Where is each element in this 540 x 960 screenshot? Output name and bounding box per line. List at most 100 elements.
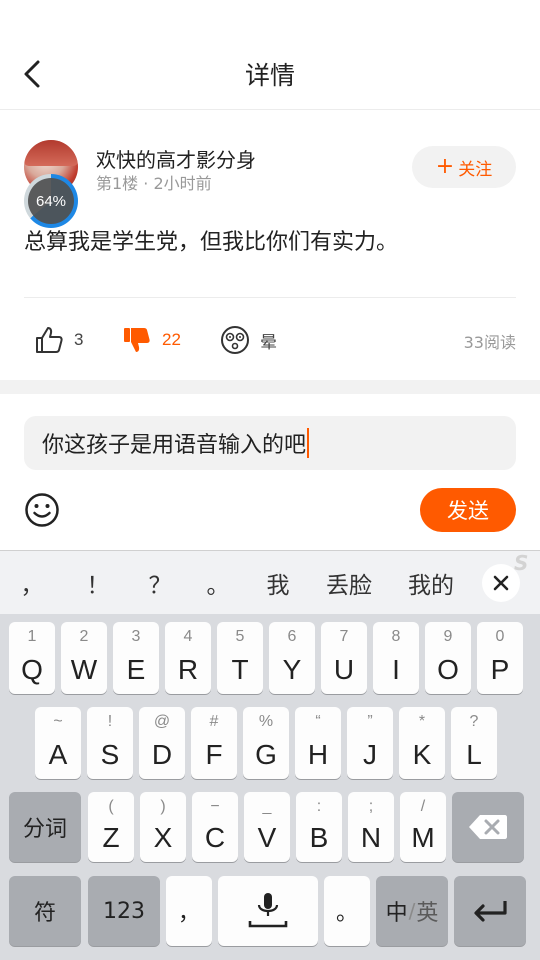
key-hint: !	[107, 713, 113, 730]
key-hint: 3	[131, 628, 141, 645]
backspace-key-glyph	[452, 792, 524, 862]
key-label: G	[255, 739, 277, 770]
voice-input-key[interactable]	[218, 876, 318, 946]
comma-key-label: ，	[177, 901, 200, 926]
microphone-icon	[248, 893, 288, 928]
key-label: Z	[102, 822, 120, 853]
candidate-item[interactable]: ？	[138, 551, 182, 615]
period-key[interactable]: 。	[324, 876, 370, 946]
key-u[interactable]: 7U	[321, 622, 367, 694]
key-hint: 0	[495, 628, 505, 645]
post-time: 2小时前	[153, 174, 212, 193]
ime-logo-icon: S	[514, 551, 529, 575]
enter-key[interactable]	[454, 876, 526, 946]
key-k[interactable]: * K	[399, 707, 445, 779]
key-r[interactable]: 4R	[165, 622, 211, 694]
key-hint: 8	[391, 628, 401, 645]
key-label: E	[126, 654, 146, 685]
key-j[interactable]: ” J	[347, 707, 393, 779]
numbers-key[interactable]: 123	[88, 876, 160, 946]
candidate-item[interactable]: 。	[196, 551, 240, 615]
backspace-key[interactable]	[452, 792, 524, 862]
key-label: D	[151, 739, 173, 770]
reply-input[interactable]: 你这孩子是用语音输入的吧	[24, 416, 516, 470]
post-content: 总算我是学生党，但我比你们有实力。	[24, 230, 399, 255]
plus-icon: +	[435, 154, 455, 179]
key-label: B	[309, 822, 329, 853]
key-t[interactable]: 5T	[217, 622, 263, 694]
key-p[interactable]: 0P	[477, 622, 523, 694]
key-b[interactable]: :B	[296, 792, 342, 862]
key-label: K	[412, 739, 432, 770]
candidate-item[interactable]: ，	[10, 551, 54, 615]
numbers-key-label: 123	[103, 898, 145, 924]
key-n[interactable]: ; N	[348, 792, 394, 862]
candidate-item[interactable]: 丢脸	[318, 551, 380, 615]
key-s[interactable]: ! S	[87, 707, 133, 779]
key-label: J	[363, 739, 377, 770]
key-q[interactable]: 1Q	[9, 622, 55, 694]
lang-en-label: 英	[416, 901, 439, 926]
key-c[interactable]: − C	[192, 792, 238, 862]
key-label: H	[307, 739, 329, 770]
key-hint: /	[420, 798, 426, 815]
key-hint: @	[153, 713, 171, 730]
dizzy-reaction-button[interactable]: 晕	[220, 316, 277, 364]
emoji-button[interactable]	[24, 492, 60, 528]
follow-button[interactable]: + 关注	[412, 146, 516, 188]
segment-key[interactable]: 分词	[9, 792, 81, 862]
key-label: Q	[21, 654, 43, 685]
key-l[interactable]: ? L	[451, 707, 497, 779]
key-label: P	[490, 654, 510, 685]
key-x[interactable]: ) X	[140, 792, 186, 862]
key-z[interactable]: (Z	[88, 792, 134, 862]
page-title: 详情	[244, 61, 295, 90]
language-switch-key[interactable]: 中 / 英	[376, 876, 448, 946]
thumbs-up-icon	[36, 327, 63, 353]
like-button[interactable]: 3	[34, 316, 83, 364]
dislike-count: 22	[162, 330, 181, 349]
key-w[interactable]: 2W	[61, 622, 107, 694]
key-hint: 6	[287, 628, 297, 645]
key-label: R	[177, 654, 199, 685]
key-label: I	[392, 654, 400, 685]
read-count: 33阅读	[463, 333, 516, 352]
divider	[24, 297, 516, 298]
key-i[interactable]: 8I	[373, 622, 419, 694]
dislike-button[interactable]: 22	[122, 316, 181, 364]
key-y[interactable]: 6Y	[269, 622, 315, 694]
candidate-item[interactable]: 我的	[402, 551, 460, 615]
key-hint: )	[160, 798, 166, 815]
key-hint: #	[209, 713, 219, 730]
key-hint: 9	[443, 628, 453, 645]
like-count: 3	[74, 330, 84, 349]
symbols-key-label: 符	[33, 901, 56, 926]
key-label: S	[100, 739, 120, 770]
key-o[interactable]: 9O	[425, 622, 471, 694]
key-h[interactable]: “H	[295, 707, 341, 779]
comma-key[interactable]: ，	[166, 876, 212, 946]
candidate-item[interactable]: 我	[256, 551, 300, 615]
smiley-icon	[25, 493, 59, 527]
key-f[interactable]: # F	[191, 707, 237, 779]
post-actions: 3 22 晕 33阅读	[0, 316, 540, 364]
key-a[interactable]: ~ A	[35, 707, 81, 779]
candidate-item[interactable]: ！	[76, 551, 120, 615]
section-gap	[0, 380, 540, 394]
key-hint: “	[315, 713, 321, 730]
key-hint: −	[210, 798, 220, 815]
key-d[interactable]: @ D	[139, 707, 185, 779]
meta-separator: ·	[143, 174, 154, 193]
key-g[interactable]: % G	[243, 707, 289, 779]
symbols-key[interactable]: 符	[9, 876, 81, 946]
send-button[interactable]: 发送	[420, 488, 516, 532]
key-label: X	[153, 822, 173, 853]
key-v[interactable]: _ V	[244, 792, 290, 862]
segment-key-label: 分词	[22, 817, 67, 842]
username[interactable]: 欢快的高才影分身	[96, 144, 256, 173]
key-hint: 4	[183, 628, 193, 645]
text-caret	[307, 428, 310, 458]
key-m[interactable]: / M	[400, 792, 446, 862]
floor-label: 第1楼	[96, 174, 139, 193]
key-e[interactable]: 3E	[113, 622, 159, 694]
